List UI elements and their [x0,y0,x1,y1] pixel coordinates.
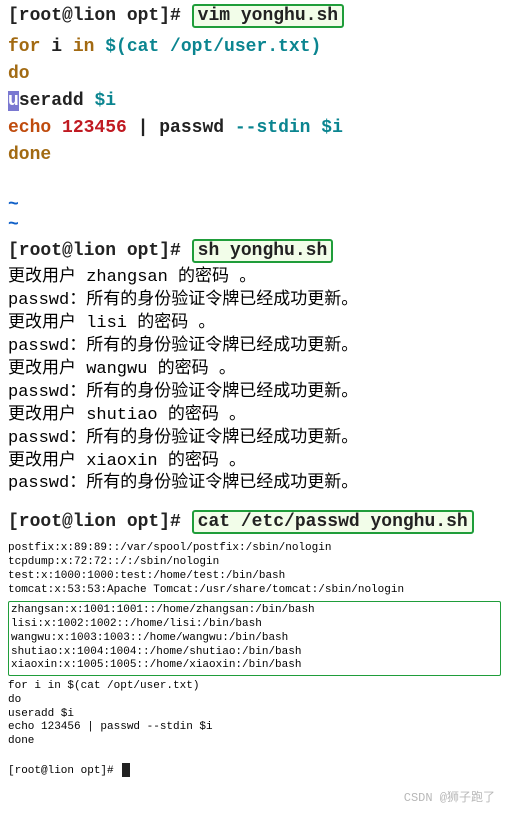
out-l3: passwd：所有的身份验证令牌已经成功更新。 [8,336,501,359]
script-line-3: useradd $i [8,88,501,115]
pwu-1: lisi:x:1002:1002::/home/lisi:/bin/bash [11,618,498,632]
script-tail: for i in $(cat /opt/user.txt) do useradd… [0,676,509,782]
ts-3: echo 123456 | passwd --stdin $i [8,721,501,735]
script-line-1: for i in $(cat /opt/user.txt) [8,34,501,61]
prompt: [root@lion opt]# [8,6,181,26]
out-l9: passwd：所有的身份验证令牌已经成功更新。 [8,473,501,496]
ts-1: do [8,694,501,708]
vim-tilde-2: ~ [0,215,509,235]
pwh-3: tomcat:x:53:53:Apache Tomcat:/usr/share/… [8,584,501,598]
prompt-line-1: [root@lion opt]# vim yonghu.sh [0,0,509,32]
out-l5: passwd：所有的身份验证令牌已经成功更新。 [8,382,501,405]
pwu-2: wangwu:x:1003:1003::/home/wangwu:/bin/ba… [11,632,498,646]
out-l1: passwd：所有的身份验证令牌已经成功更新。 [8,290,501,313]
vim-tilde-1: ~ [0,195,509,215]
pwu-4: xiaoxin:x:1005:1005::/home/xiaoxin:/bin/… [11,659,498,673]
ts-0: for i in $(cat /opt/user.txt) [8,680,501,694]
sh-output: 更改用户 zhangsan 的密码 。 passwd：所有的身份验证令牌已经成功… [0,267,509,496]
final-prompt: [root@lion opt]# [8,765,120,777]
pwh-1: tcpdump:x:72:72::/:/sbin/nologin [8,556,501,570]
prompt: [root@lion opt]# [8,512,181,532]
prompt-line-2: [root@lion opt]# sh yonghu.sh [0,235,509,267]
final-prompt-line: [root@lion opt]# [8,763,501,779]
passwd-users-wrap: zhangsan:x:1001:1001::/home/zhangsan:/bi… [0,601,509,676]
pwh-2: test:x:1000:1000:test:/home/test:/bin/ba… [8,570,501,584]
boxed-cmd-1: vim yonghu.sh [192,4,344,28]
out-l7: passwd：所有的身份验证令牌已经成功更新。 [8,428,501,451]
passwd-users-box: zhangsan:x:1001:1001::/home/zhangsan:/bi… [8,601,501,676]
ts-2: useradd $i [8,708,501,722]
boxed-cmd-2: sh yonghu.sh [192,239,334,263]
boxed-cmd-3: cat /etc/passwd yonghu.sh [192,510,474,534]
ts-4: done [8,735,501,749]
script-line-4: echo 123456 | passwd --stdin $i [8,115,501,142]
out-l8: 更改用户 xiaoxin 的密码 。 [8,451,501,474]
script-line-2: do [8,61,501,88]
out-l2: 更改用户 lisi 的密码 。 [8,313,501,336]
prompt-line-3: [root@lion opt]# cat /etc/passwd yonghu.… [0,506,509,538]
out-l4: 更改用户 wangwu 的密码 。 [8,359,501,382]
pwu-3: shutiao:x:1004:1004::/home/shutiao:/bin/… [11,646,498,660]
prompt: [root@lion opt]# [8,241,181,261]
pwh-0: postfix:x:89:89::/var/spool/postfix:/sbi… [8,542,501,556]
pwu-0: zhangsan:x:1001:1001::/home/zhangsan:/bi… [11,604,498,618]
passwd-head: postfix:x:89:89::/var/spool/postfix:/sbi… [0,538,509,601]
cursor-icon [122,763,130,777]
watermark: CSDN @狮子跑了 [0,782,509,813]
vim-script: for i in $(cat /opt/user.txt) do useradd… [0,32,509,177]
out-l0: 更改用户 zhangsan 的密码 。 [8,267,501,290]
out-l6: 更改用户 shutiao 的密码 。 [8,405,501,428]
script-line-5: done [8,142,501,169]
